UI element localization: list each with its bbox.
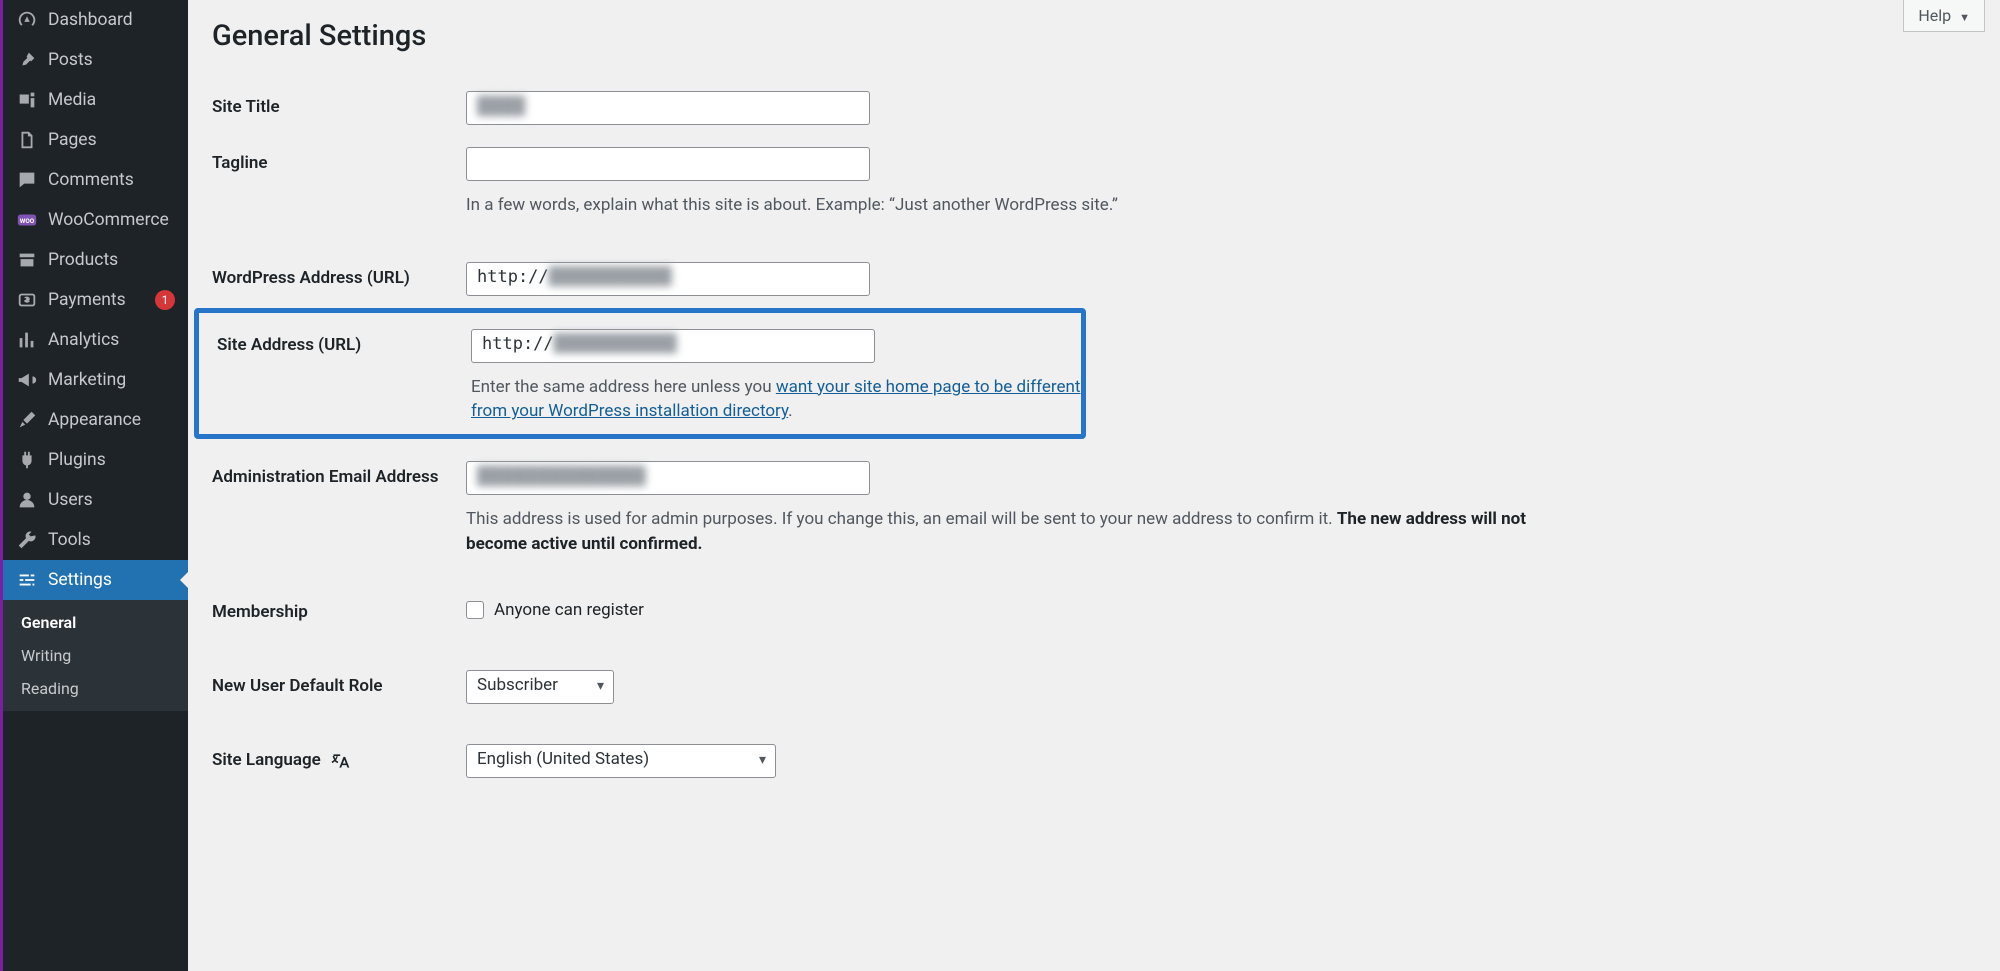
megaphone-icon bbox=[16, 369, 38, 391]
help-label: Help bbox=[1918, 6, 1951, 25]
admin-email-label: Administration Email Address bbox=[212, 461, 466, 487]
new-user-role-label: New User Default Role bbox=[212, 670, 466, 696]
sidebar-item-label: Payments bbox=[48, 290, 147, 310]
woo-icon: WOO bbox=[16, 209, 38, 231]
row-new-user-role: New User Default Role Subscriber bbox=[212, 670, 1976, 704]
archive-icon bbox=[16, 249, 38, 271]
media-icon bbox=[16, 89, 38, 111]
sidebar-item-label: Tools bbox=[48, 530, 175, 550]
sidebar-item-plugins[interactable]: Plugins bbox=[3, 440, 188, 480]
site-url-description: Enter the same address here unless you w… bbox=[471, 375, 1081, 424]
row-site-title: Site Title ████ bbox=[212, 91, 1976, 125]
brush-icon bbox=[16, 409, 38, 431]
sidebar-item-label: Plugins bbox=[48, 450, 175, 470]
plug-icon bbox=[16, 449, 38, 471]
help-button[interactable]: Help ▼ bbox=[1903, 0, 1985, 32]
sidebar-item-label: Dashboard bbox=[48, 10, 175, 30]
sidebar-item-label: Pages bbox=[48, 130, 175, 150]
row-site-url: Site Address (URL) http://████████████ E… bbox=[217, 329, 1081, 424]
settings-submenu: General Writing Reading bbox=[3, 600, 188, 711]
sidebar-item-woocommerce[interactable]: WOO WooCommerce bbox=[3, 200, 188, 240]
sidebar-item-settings[interactable]: Settings bbox=[3, 560, 188, 600]
new-user-role-select[interactable]: Subscriber bbox=[466, 670, 614, 704]
sidebar-item-label: Analytics bbox=[48, 330, 175, 350]
sidebar-item-products[interactable]: Products bbox=[3, 240, 188, 280]
gauge-icon bbox=[16, 9, 38, 31]
site-title-input[interactable]: ████ bbox=[466, 91, 870, 125]
sidebar-item-label: WooCommerce bbox=[48, 210, 175, 230]
admin-sidebar: Dashboard Posts Media Pages Comments WOO… bbox=[0, 0, 188, 971]
sidebar-item-label: Settings bbox=[48, 570, 175, 590]
site-url-highlight: Site Address (URL) http://████████████ E… bbox=[194, 308, 1086, 439]
site-title-label: Site Title bbox=[212, 91, 466, 117]
tagline-input[interactable] bbox=[466, 147, 870, 181]
page-icon bbox=[16, 129, 38, 151]
svg-text:WOO: WOO bbox=[20, 217, 35, 225]
row-tagline: Tagline In a few words, explain what thi… bbox=[212, 147, 1976, 218]
membership-check-row: Anyone can register bbox=[466, 596, 1976, 620]
sliders-icon bbox=[16, 569, 38, 591]
membership-label: Membership bbox=[212, 596, 466, 622]
site-url-label: Site Address (URL) bbox=[217, 329, 471, 355]
submenu-item-reading[interactable]: Reading bbox=[3, 672, 188, 705]
pin-icon bbox=[16, 49, 38, 71]
comment-icon bbox=[16, 169, 38, 191]
wp-url-label: WordPress Address (URL) bbox=[212, 262, 466, 288]
sidebar-item-marketing[interactable]: Marketing bbox=[3, 360, 188, 400]
sidebar-item-payments[interactable]: Payments 1 bbox=[3, 280, 188, 320]
sidebar-item-dashboard[interactable]: Dashboard bbox=[3, 0, 188, 40]
sidebar-item-label: Users bbox=[48, 490, 175, 510]
sidebar-item-comments[interactable]: Comments bbox=[3, 160, 188, 200]
sidebar-item-label: Comments bbox=[48, 170, 175, 190]
row-membership: Membership Anyone can register bbox=[212, 596, 1976, 622]
sidebar-item-posts[interactable]: Posts bbox=[3, 40, 188, 80]
wrench-icon bbox=[16, 529, 38, 551]
payments-badge: 1 bbox=[155, 290, 175, 310]
sidebar-item-label: Posts bbox=[48, 50, 175, 70]
row-site-language: Site Language English (United States) bbox=[212, 744, 1976, 778]
sidebar-item-analytics[interactable]: Analytics bbox=[3, 320, 188, 360]
site-language-label: Site Language bbox=[212, 744, 466, 771]
tagline-description: In a few words, explain what this site i… bbox=[466, 193, 1546, 218]
main-content: Help ▼ General Settings Site Title ████ … bbox=[188, 0, 2000, 971]
wp-url-input[interactable]: http://████████████ bbox=[466, 262, 870, 296]
site-url-input[interactable]: http://████████████ bbox=[471, 329, 875, 363]
sidebar-item-tools[interactable]: Tools bbox=[3, 520, 188, 560]
sidebar-item-pages[interactable]: Pages bbox=[3, 120, 188, 160]
submenu-item-general[interactable]: General bbox=[3, 606, 188, 639]
sidebar-item-appearance[interactable]: Appearance bbox=[3, 400, 188, 440]
chevron-down-icon: ▼ bbox=[1959, 11, 1970, 24]
sidebar-item-label: Products bbox=[48, 250, 175, 270]
site-language-select[interactable]: English (United States) bbox=[466, 744, 776, 778]
sidebar-item-users[interactable]: Users bbox=[3, 480, 188, 520]
tagline-label: Tagline bbox=[212, 147, 466, 173]
admin-email-description: This address is used for admin purposes.… bbox=[466, 507, 1546, 556]
sidebar-item-label: Media bbox=[48, 90, 175, 110]
bar-chart-icon bbox=[16, 329, 38, 351]
sidebar-item-label: Appearance bbox=[48, 410, 175, 430]
submenu-item-writing[interactable]: Writing bbox=[3, 639, 188, 672]
page-title: General Settings bbox=[212, 19, 1976, 53]
membership-check-label: Anyone can register bbox=[494, 600, 644, 620]
sidebar-item-media[interactable]: Media bbox=[3, 80, 188, 120]
membership-checkbox[interactable] bbox=[466, 601, 484, 619]
sidebar-item-label: Marketing bbox=[48, 370, 175, 390]
admin-email-input[interactable]: ██████████████ bbox=[466, 461, 870, 495]
translate-icon bbox=[331, 751, 351, 771]
dollar-icon bbox=[16, 289, 38, 311]
row-admin-email: Administration Email Address ███████████… bbox=[212, 461, 1976, 556]
row-wp-url: WordPress Address (URL) http://█████████… bbox=[212, 262, 1976, 296]
user-icon bbox=[16, 489, 38, 511]
